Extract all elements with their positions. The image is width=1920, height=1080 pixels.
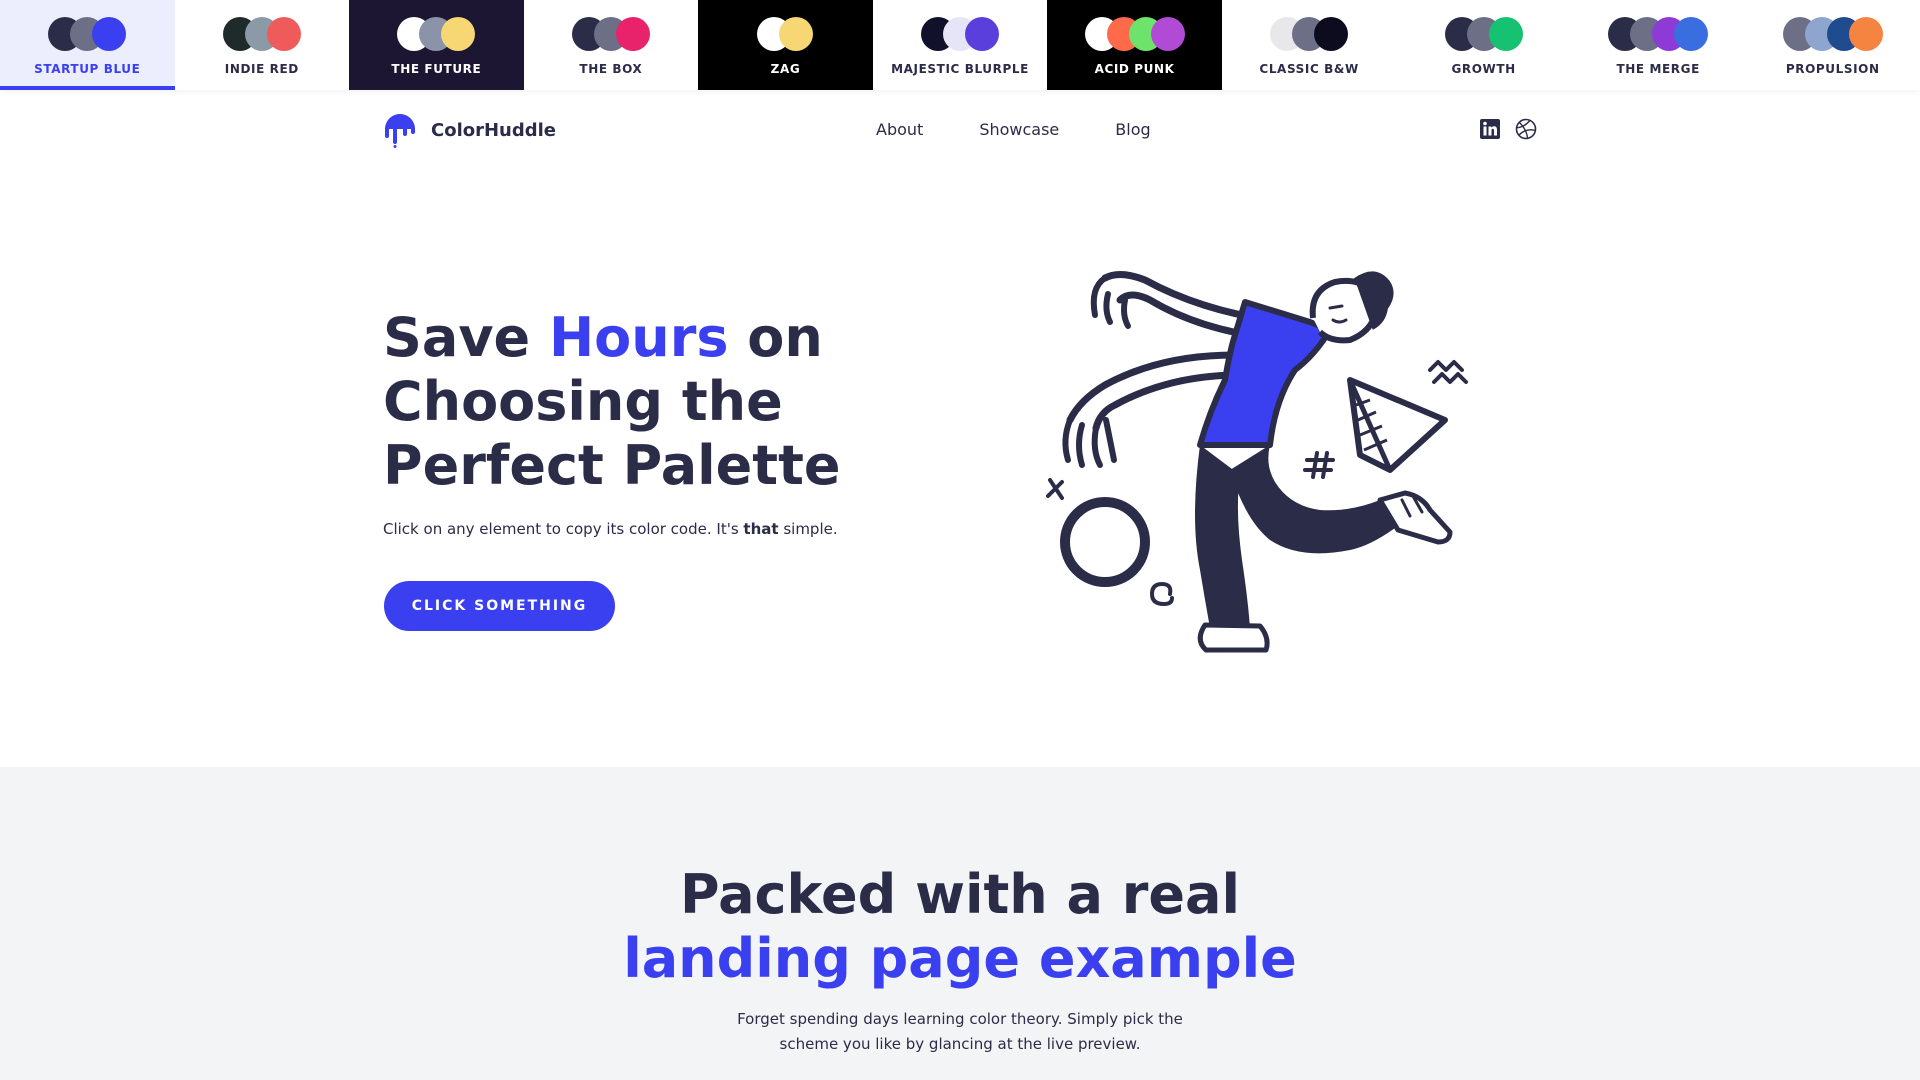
- nav-link-blog[interactable]: Blog: [1115, 120, 1150, 139]
- palette-name: ACID PUNK: [1094, 62, 1175, 76]
- palette-swatches: [1270, 16, 1349, 52]
- color-swatch: [92, 17, 127, 51]
- colorhuddle-logo-icon: [385, 114, 415, 148]
- palette-swatches: [1084, 16, 1185, 52]
- palette-the-box[interactable]: THE BOX: [523, 0, 699, 90]
- color-swatch: [1674, 17, 1709, 51]
- hero-illustration[interactable]: [1030, 260, 1470, 680]
- palette-name: INDIE RED: [224, 62, 299, 76]
- hero-subtitle: Click on any element to copy its color c…: [383, 520, 838, 538]
- color-swatch: [1488, 17, 1523, 51]
- palette-name: STARTUP BLUE: [34, 62, 141, 76]
- palette-classic-bandw[interactable]: CLASSIC B&W: [1221, 0, 1397, 90]
- palette-majestic-blurple[interactable]: MAJESTIC BLURPLE: [872, 0, 1048, 90]
- color-swatch: [1848, 17, 1883, 51]
- social-links: [1479, 118, 1537, 140]
- nav-link-showcase[interactable]: Showcase: [979, 120, 1059, 139]
- hero-title-part1: Save: [383, 306, 549, 369]
- section-subtitle: Forget spending days learning color theo…: [0, 1007, 1920, 1057]
- top-nav: ColorHuddle About Showcase Blog: [0, 90, 1920, 170]
- color-swatch: [965, 17, 999, 51]
- nav-links: About Showcase Blog: [876, 120, 1207, 139]
- brand-name: ColorHuddle: [431, 119, 557, 141]
- color-swatch: [779, 17, 814, 51]
- section-title-line1: Packed with a real: [679, 863, 1240, 926]
- dribbble-icon[interactable]: [1515, 118, 1537, 140]
- nav-link-about[interactable]: About: [876, 120, 923, 139]
- palette-swatches: [921, 16, 999, 52]
- palette-swatches: [757, 16, 814, 52]
- palette-swatches: [1782, 16, 1883, 52]
- palette-swatches: [48, 16, 127, 52]
- palette-startup-blue[interactable]: STARTUP BLUE: [0, 0, 175, 90]
- features-section: Packed with a real landing page example …: [0, 767, 1920, 1080]
- palette-swatches: [222, 16, 301, 52]
- brand-logo[interactable]: ColorHuddle: [383, 112, 556, 148]
- color-swatch: [615, 17, 650, 51]
- section-subtitle-line2: scheme you like by glancing at the live …: [779, 1035, 1141, 1053]
- palette-the-merge[interactable]: THE MERGE: [1570, 0, 1746, 90]
- palette-name: PROPULSION: [1785, 62, 1880, 76]
- palette-name: CLASSIC B&W: [1259, 62, 1359, 76]
- section-title: Packed with a real landing page example: [0, 863, 1920, 991]
- palette-name: THE MERGE: [1616, 62, 1700, 76]
- color-swatch: [1314, 17, 1349, 51]
- palette-zag[interactable]: ZAG: [698, 0, 873, 90]
- hero-title-accent: Hours: [548, 306, 729, 369]
- hero-title: Save Hours on Choosing the Perfect Palet…: [383, 306, 1003, 498]
- palette-name: THE FUTURE: [391, 62, 482, 76]
- palette-name: ZAG: [770, 62, 801, 76]
- palette-acid-punk[interactable]: ACID PUNK: [1047, 0, 1222, 90]
- palette-indie-red[interactable]: INDIE RED: [174, 0, 350, 90]
- palette-the-future[interactable]: THE FUTURE: [349, 0, 524, 90]
- hero-subtitle-pre: Click on any element to copy its color c…: [383, 520, 744, 538]
- hero-subtitle-bold: that: [743, 520, 779, 538]
- section-title-line2: landing page example: [623, 927, 1297, 990]
- color-swatch: [441, 17, 476, 51]
- palette-name: THE BOX: [579, 62, 643, 76]
- click-something-button[interactable]: CLICK SOMETHING: [384, 581, 615, 631]
- color-swatch: [266, 17, 301, 51]
- palette-swatches: [397, 16, 476, 52]
- palette-swatches: [1608, 16, 1709, 52]
- section-subtitle-line1: Forget spending days learning color theo…: [737, 1010, 1183, 1028]
- palette-swatches: [571, 16, 650, 52]
- hero-subtitle-post: simple.: [778, 520, 838, 538]
- palette-bar: STARTUP BLUE INDIE RED THE FUTURE THE BOX ZA…: [0, 0, 1920, 90]
- palette-swatches: [1444, 16, 1523, 52]
- linkedin-icon[interactable]: [1479, 118, 1501, 140]
- palette-propulsion[interactable]: PROPULSION: [1745, 0, 1920, 90]
- color-swatch: [1150, 17, 1185, 51]
- palette-name: MAJESTIC BLURPLE: [891, 62, 1029, 76]
- palette-growth[interactable]: GROWTH: [1396, 0, 1571, 90]
- palette-name: GROWTH: [1451, 62, 1516, 76]
